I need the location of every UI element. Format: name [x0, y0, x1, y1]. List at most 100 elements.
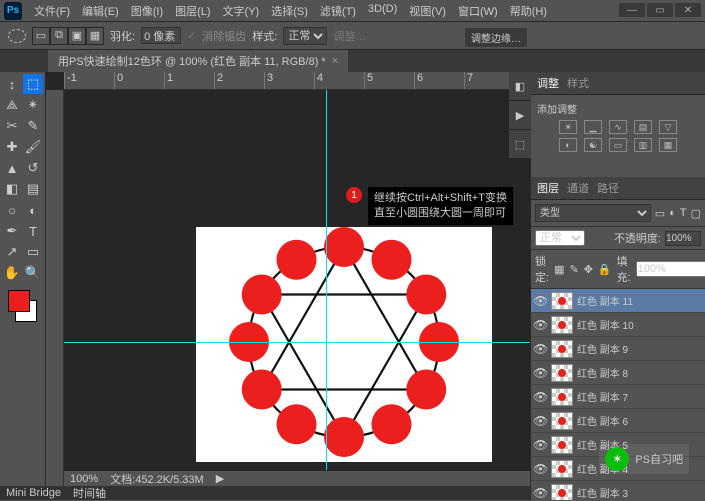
minimize-button[interactable]: —	[619, 3, 645, 17]
marquee-tool[interactable]: ⬚	[23, 74, 43, 94]
ruler-horizontal: -1012345678910	[64, 72, 530, 90]
lasso-tool[interactable]: ⟁	[2, 95, 22, 115]
close-tab-icon[interactable]: ×	[332, 55, 338, 67]
visibility-icon[interactable]: 👁	[533, 366, 547, 380]
close-button[interactable]: ✕	[675, 3, 701, 17]
path-tool[interactable]: ↗	[2, 242, 22, 262]
blur-tool[interactable]: ○	[2, 200, 22, 220]
blend-mode[interactable]: 正常	[535, 230, 585, 246]
crop-tool[interactable]: ✂	[2, 116, 22, 136]
fill-input[interactable]	[636, 261, 705, 277]
zoom-tool[interactable]: 🔍	[23, 263, 43, 283]
menu-item[interactable]: 图层(L)	[169, 3, 216, 19]
type-tool[interactable]: T	[23, 221, 43, 241]
layer-row[interactable]: 👁红色 副本 3	[531, 481, 705, 500]
feather-label: 羽化:	[110, 28, 135, 44]
lock-paint-icon[interactable]: ✎	[569, 263, 578, 276]
eraser-tool[interactable]: ◧	[2, 179, 22, 199]
app-logo: Ps	[4, 2, 22, 20]
visibility-icon[interactable]: 👁	[533, 318, 547, 332]
sel-int[interactable]: ▦	[86, 27, 104, 45]
menu-item[interactable]: 选择(S)	[265, 3, 314, 19]
color-swatch[interactable]	[8, 290, 37, 322]
menu-item[interactable]: 编辑(E)	[76, 3, 125, 19]
visibility-icon[interactable]: 👁	[533, 414, 547, 428]
visibility-icon[interactable]: 👁	[533, 294, 547, 308]
tab-channels[interactable]: 通道	[567, 180, 589, 196]
play-icon[interactable]: ▶	[509, 101, 531, 129]
visibility-icon[interactable]: 👁	[533, 462, 547, 476]
filter-icon[interactable]: T	[680, 207, 687, 219]
hand-tool[interactable]: ✋	[2, 263, 22, 283]
adj-vibrance-icon[interactable]: ▽	[659, 120, 677, 134]
document-tab[interactable]: 用PS快速绘制12色环 @ 100% (红色 副本 11, RGB/8) * ×	[48, 50, 348, 72]
layer-thumb	[551, 484, 573, 501]
menu-item[interactable]: 窗口(W)	[452, 3, 504, 19]
filter-icon[interactable]: ▢	[691, 207, 701, 220]
adj-curves-icon[interactable]: ∿	[609, 120, 627, 134]
feather-input[interactable]	[141, 27, 181, 44]
history-panel-icon[interactable]: ◧	[509, 72, 531, 100]
props-panel-icon[interactable]: ⬚	[509, 130, 531, 158]
adj-bw-icon[interactable]: ☯	[584, 138, 602, 152]
layer-row[interactable]: 👁红色 副本 7	[531, 385, 705, 409]
tab-paths[interactable]: 路径	[597, 180, 619, 196]
filter-icon[interactable]: ▭	[655, 207, 665, 220]
visibility-icon[interactable]: 👁	[533, 342, 547, 356]
shape-tool[interactable]: ▭	[23, 242, 43, 262]
adj-exposure-icon[interactable]: ▤	[634, 120, 652, 134]
menu-item[interactable]: 文件(F)	[28, 3, 76, 19]
layer-row[interactable]: 👁红色 副本 6	[531, 409, 705, 433]
lock-all-icon[interactable]: 🔒	[598, 263, 612, 276]
opacity-input[interactable]	[665, 231, 701, 246]
history-brush-tool[interactable]: ↺	[23, 158, 43, 178]
stamp-tool[interactable]: ▲	[2, 158, 22, 178]
layer-row[interactable]: 👁红色 副本 8	[531, 361, 705, 385]
adj-brightness-icon[interactable]: ☀	[559, 120, 577, 134]
dodge-tool[interactable]: ◐	[23, 200, 43, 220]
adj-hue-icon[interactable]: ◐	[559, 138, 577, 152]
mini-bridge-tab[interactable]: Mini Bridge	[6, 487, 61, 499]
visibility-icon[interactable]: 👁	[533, 390, 547, 404]
sel-new[interactable]: ▭	[32, 27, 50, 45]
eyedropper-tool[interactable]: ✎	[23, 116, 43, 136]
filter-icon[interactable]: ◐	[669, 207, 676, 219]
maximize-button[interactable]: ▭	[647, 3, 673, 17]
guide-vertical[interactable]	[326, 90, 327, 486]
sel-sub[interactable]: ▣	[68, 27, 86, 45]
tab-layers[interactable]: 图层	[537, 180, 559, 196]
brush-tool[interactable]: 🖌	[23, 137, 43, 157]
healing-tool[interactable]: ✚	[2, 137, 22, 157]
tab-styles[interactable]: 样式	[567, 75, 589, 91]
menu-item[interactable]: 滤镜(T)	[314, 3, 362, 19]
layer-row[interactable]: 👁红色 副本 11	[531, 289, 705, 313]
menu-item[interactable]: 帮助(H)	[504, 3, 553, 19]
timeline-tab[interactable]: 时间轴	[73, 485, 106, 501]
menu-item[interactable]: 文字(Y)	[217, 3, 266, 19]
adj-levels-icon[interactable]: ▁	[584, 120, 602, 134]
lock-move-icon[interactable]: ✥	[584, 263, 593, 276]
adj-photo-icon[interactable]: ▭	[609, 138, 627, 152]
collapsed-panel-label[interactable]: 调整边缘…	[465, 28, 527, 47]
canvas[interactable]	[196, 227, 492, 462]
layer-row[interactable]: 👁红色 副本 9	[531, 337, 705, 361]
guide-horizontal[interactable]	[64, 342, 530, 343]
lock-pixels-icon[interactable]: ▦	[554, 263, 564, 276]
move-tool[interactable]: ↕	[2, 74, 22, 94]
visibility-icon[interactable]: 👁	[533, 438, 547, 452]
zoom-level[interactable]: 100%	[70, 473, 98, 485]
menu-item[interactable]: 3D(D)	[362, 3, 403, 19]
adj-lookup-icon[interactable]: ▦	[659, 138, 677, 152]
visibility-icon[interactable]: 👁	[533, 486, 547, 500]
layer-row[interactable]: 👁红色 副本 10	[531, 313, 705, 337]
tab-adjustments[interactable]: 调整	[537, 75, 559, 91]
menu-item[interactable]: 视图(V)	[403, 3, 452, 19]
adj-mixer-icon[interactable]: ▥	[634, 138, 652, 152]
gradient-tool[interactable]: ▤	[23, 179, 43, 199]
filter-kind[interactable]: 类型	[535, 204, 651, 222]
sel-add[interactable]: ⧉	[50, 27, 68, 45]
wand-tool[interactable]: ✴	[23, 95, 43, 115]
pen-tool[interactable]: ✒	[2, 221, 22, 241]
style-select[interactable]: 正常	[283, 27, 327, 45]
menu-item[interactable]: 图像(I)	[125, 3, 169, 19]
